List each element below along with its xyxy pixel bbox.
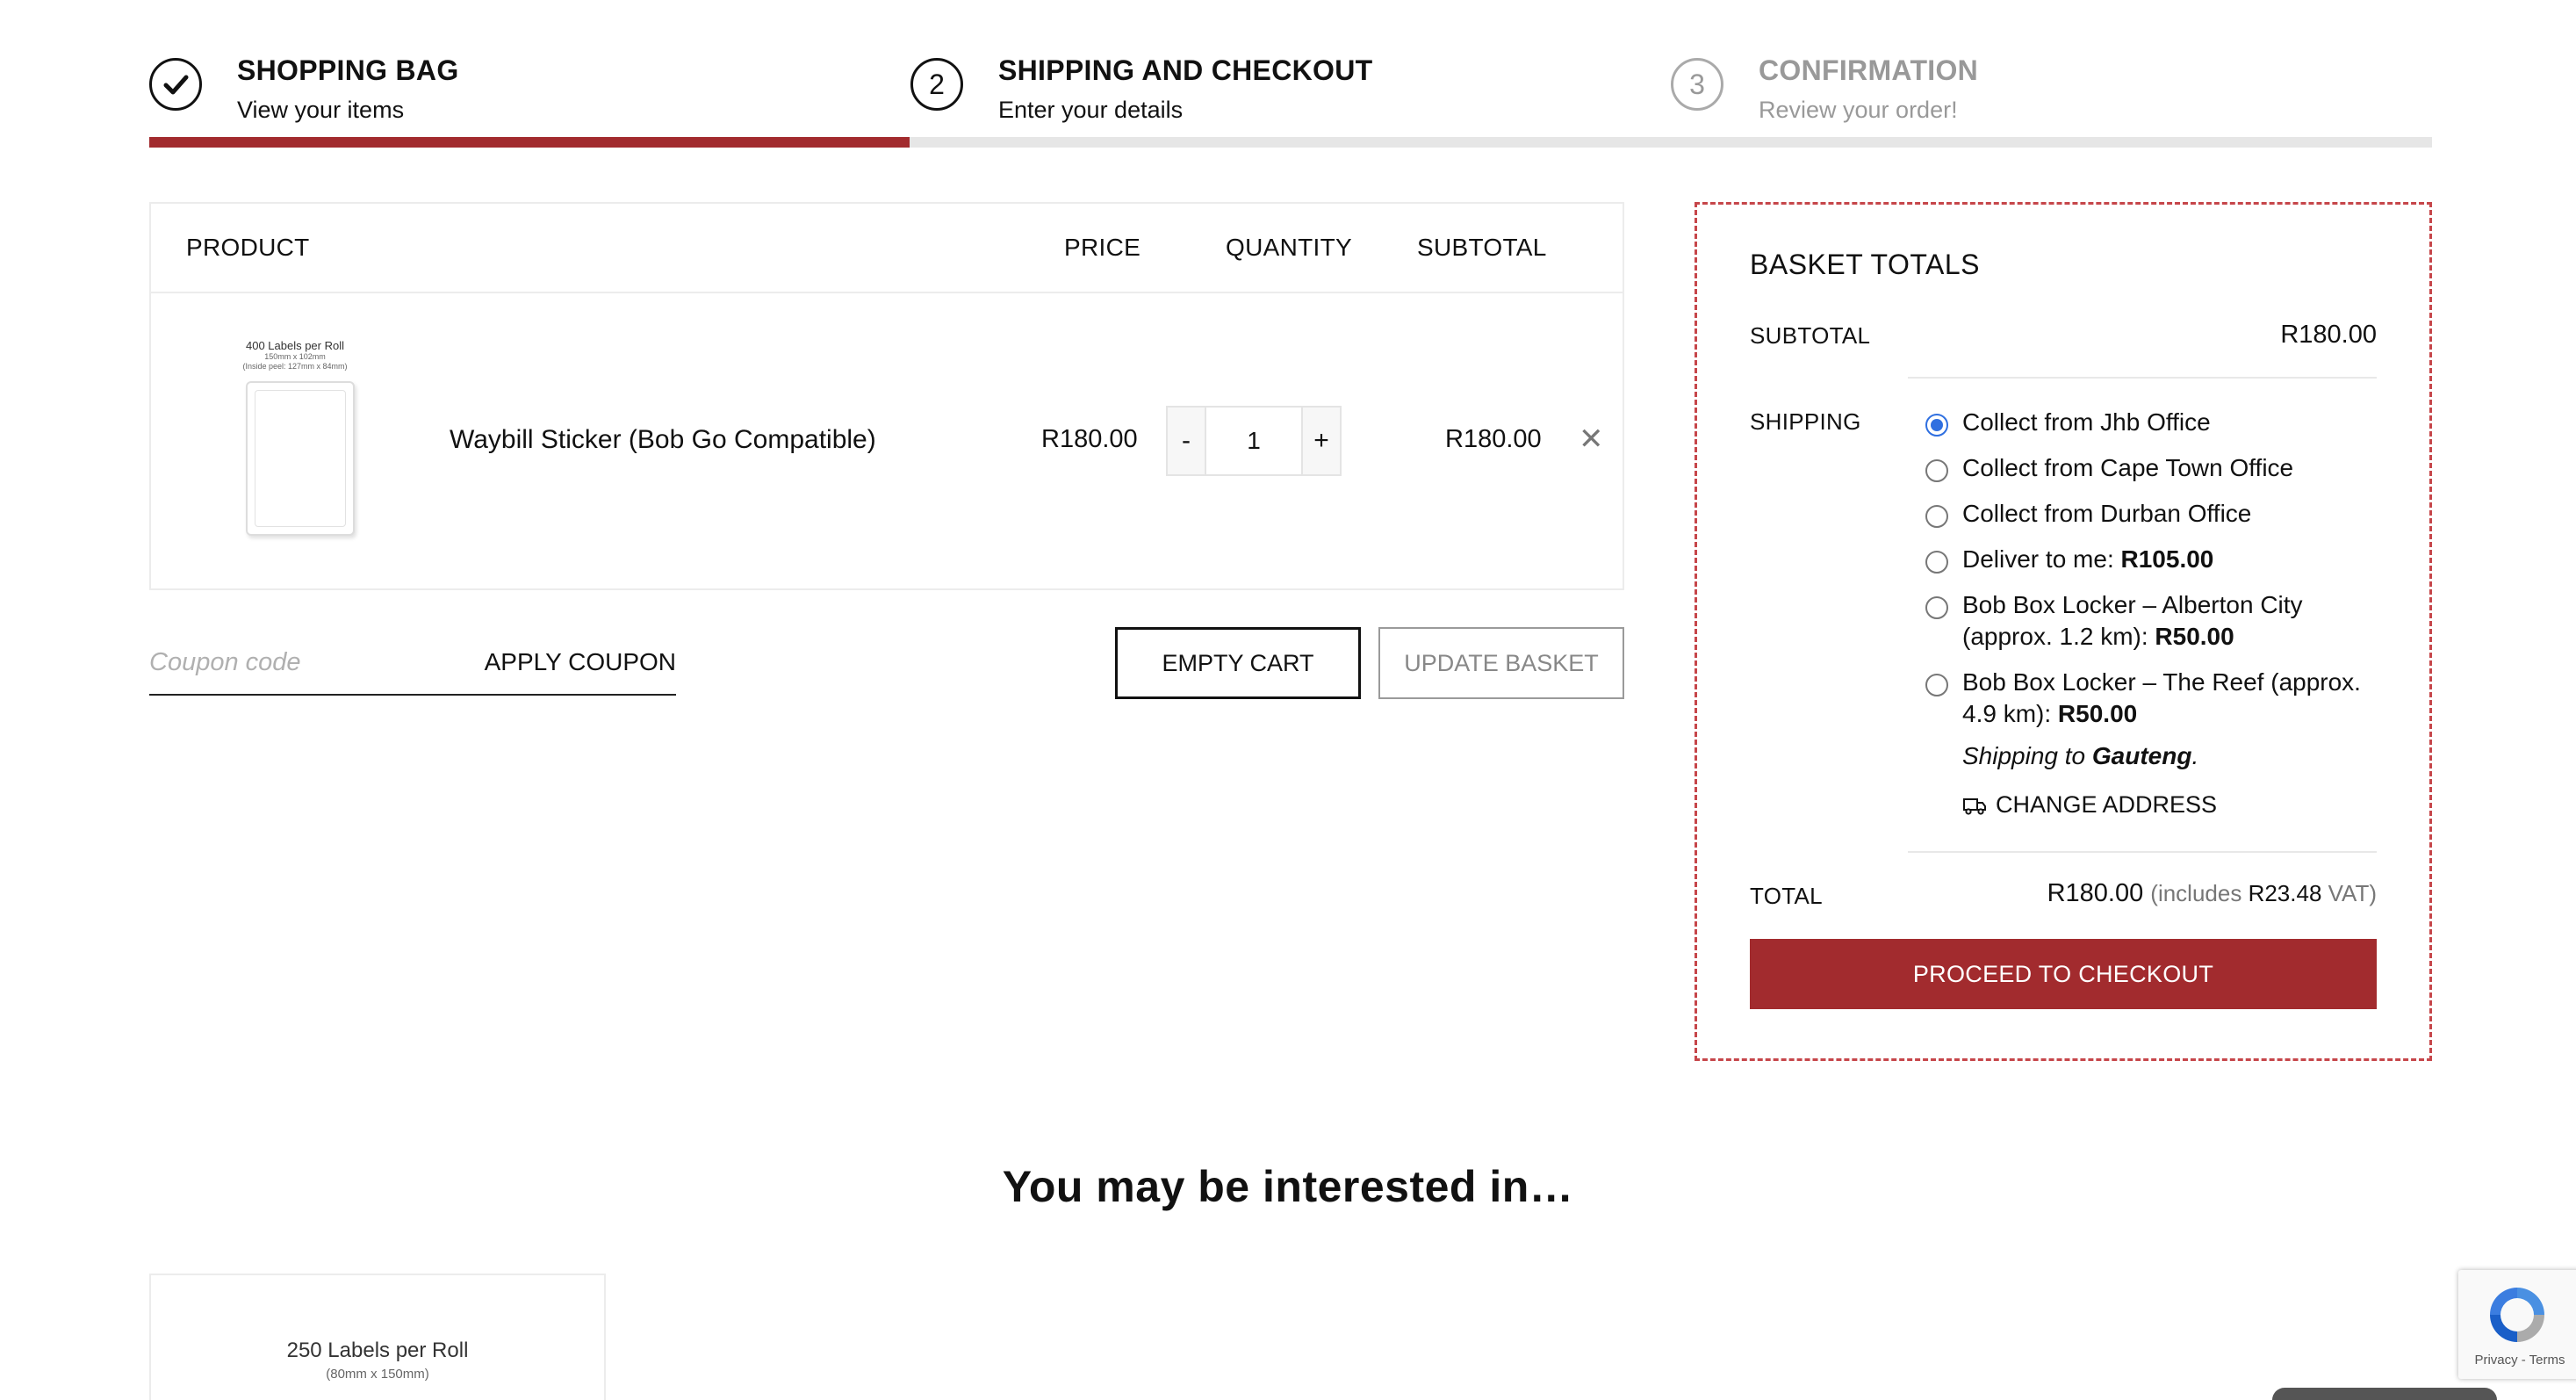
shipping-option-label: Collect from Cape Town Office [1962, 454, 2294, 481]
step-subtitle: Review your order! [1759, 97, 1958, 123]
step-number: 2 [910, 58, 963, 111]
shipping-options: Collect from Jhb Office Collect from Cap… [1925, 407, 2391, 744]
step-subtitle: Enter your details [998, 97, 1184, 123]
change-address-link[interactable]: CHANGE ADDRESS [1962, 791, 2217, 819]
vat-prefix: (includes [2150, 880, 2249, 906]
divider [1908, 851, 2377, 853]
shipping-label: SHIPPING [1750, 408, 1861, 435]
shipping-option-label: Bob Box Locker – The Reef (approx. 4.9 k… [1962, 668, 2361, 727]
thumbnail-peel-dimensions: (Inside peel: 127mm x 84mm) [242, 362, 348, 371]
shipping-option-jhb[interactable]: Collect from Jhb Office [1925, 407, 2391, 438]
progress-fill [149, 137, 910, 148]
checkout-progress-bar [149, 137, 2432, 148]
shipping-option-label: Collect from Jhb Office [1962, 408, 2211, 436]
coupon-form: APPLY COUPON [149, 625, 676, 696]
basket-totals-title: BASKET TOTALS [1750, 249, 1981, 280]
cart-table-header: PRODUCT PRICE QUANTITY SUBTOTAL [151, 204, 1623, 293]
update-basket-button[interactable]: UPDATE BASKET [1378, 627, 1624, 699]
shipping-option-cape-town[interactable]: Collect from Cape Town Office [1925, 452, 2391, 484]
shipping-option-price: R105.00 [2120, 545, 2214, 573]
shipping-option-label: Bob Box Locker – Alberton City (approx. … [1962, 591, 2303, 650]
shipping-option-reef-locker[interactable]: Bob Box Locker – The Reef (approx. 4.9 k… [1925, 667, 2391, 730]
remove-item-icon[interactable]: ✕ [1579, 422, 1604, 457]
basket-totals-panel: BASKET TOTALS SUBTOTAL R180.00 SHIPPING … [1695, 202, 2432, 1061]
vat-amount: R23.48 [2248, 880, 2322, 906]
recaptcha-icon [2490, 1288, 2544, 1342]
quantity-stepper: - 1 + [1166, 406, 1342, 476]
quantity-input[interactable]: 1 [1205, 408, 1303, 474]
header-subtotal: SUBTOTAL [1417, 234, 1547, 261]
radio-icon[interactable] [1925, 459, 1948, 482]
shipping-option-label: Deliver to me: [1962, 545, 2121, 573]
total-amount: R180.00 [2047, 879, 2144, 907]
header-price: PRICE [1064, 234, 1141, 261]
step-number: 3 [1671, 58, 1723, 111]
header-product: PRODUCT [186, 234, 310, 261]
step-title: SHIPPING AND CHECKOUT [998, 54, 1373, 86]
shipping-option-label: Collect from Durban Office [1962, 500, 2252, 527]
total-value: R180.00 (includes R23.48 VAT) [2047, 879, 2377, 908]
shipping-destination: Shipping to Gauteng. [1962, 742, 2198, 770]
total-label: TOTAL [1750, 883, 1823, 909]
vat-note: (includes R23.48 VAT) [2150, 880, 2377, 906]
shipping-option-alberton-locker[interactable]: Bob Box Locker – Alberton City (approx. … [1925, 589, 2391, 653]
header-quantity: QUANTITY [1226, 234, 1352, 261]
coupon-code-input[interactable] [149, 643, 465, 682]
recaptcha-links[interactable]: Privacy - Terms [2458, 1353, 2576, 1368]
quantity-decrease-button[interactable]: - [1168, 408, 1205, 474]
checkmark-icon [149, 58, 202, 111]
vat-suffix: VAT) [2321, 880, 2377, 906]
radio-icon[interactable] [1925, 551, 1948, 574]
shipping-option-deliver[interactable]: Deliver to me: R105.00 [1925, 544, 2391, 575]
proceed-to-checkout-button[interactable]: PROCEED TO CHECKOUT [1750, 939, 2377, 1009]
cart-item-row: 400 Labels per Roll 150mm x 102mm (Insid… [151, 293, 1623, 588]
radio-icon[interactable] [1925, 596, 1948, 619]
shipping-option-price: R50.00 [2057, 700, 2138, 727]
thumbnail-dimensions: 150mm x 102mm [264, 352, 326, 361]
recommended-product-card[interactable]: 250 Labels per Roll (80mm x 150mm) [149, 1274, 606, 1400]
change-address-label: CHANGE ADDRESS [1996, 791, 2218, 818]
product-price: R180.00 [1041, 425, 1138, 453]
chat-widget-tab[interactable] [2272, 1388, 2497, 1400]
product-thumbnail[interactable]: 400 Labels per Roll 150mm x 102mm (Insid… [230, 339, 360, 550]
shipping-to-prefix: Shipping to [1962, 742, 2092, 769]
subtotal-value: R180.00 [2280, 321, 2377, 349]
shipping-option-price: R50.00 [2155, 623, 2234, 650]
truck-icon [1963, 797, 1986, 815]
product-name-link[interactable]: Waybill Sticker (Bob Go Compatible) [450, 425, 876, 455]
divider [1908, 377, 2377, 379]
checkout-steps: SHOPPING BAG View your items 2 SHIPPING … [149, 51, 2432, 149]
shipping-to-suffix: . [2191, 742, 2199, 769]
step-title: SHOPPING BAG [237, 54, 459, 86]
shipping-region: Gauteng [2091, 742, 2192, 769]
apply-coupon-button[interactable]: APPLY COUPON [485, 648, 676, 676]
item-subtotal: R180.00 [1445, 425, 1542, 453]
shipping-option-durban[interactable]: Collect from Durban Office [1925, 498, 2391, 530]
quantity-increase-button[interactable]: + [1303, 408, 1340, 474]
subtotal-label: SUBTOTAL [1750, 322, 1871, 349]
thumbnail-title: 400 Labels per Roll [245, 339, 345, 352]
recommended-product-size: (80mm x 150mm) [326, 1367, 429, 1382]
step-subtitle: View your items [237, 97, 405, 123]
radio-icon[interactable] [1925, 505, 1948, 528]
empty-cart-button[interactable]: EMPTY CART [1115, 627, 1361, 699]
radio-checked-icon[interactable] [1925, 414, 1948, 437]
radio-icon[interactable] [1925, 674, 1948, 696]
recaptcha-badge[interactable]: Privacy - Terms [2458, 1270, 2576, 1379]
cart-table: PRODUCT PRICE QUANTITY SUBTOTAL 400 Labe… [149, 202, 1624, 590]
step-title: CONFIRMATION [1759, 54, 1979, 86]
label-sheet-image [246, 381, 355, 536]
recommended-product-title: 250 Labels per Roll [286, 1339, 469, 1362]
interested-heading: You may be interested in… [1002, 1162, 1574, 1211]
